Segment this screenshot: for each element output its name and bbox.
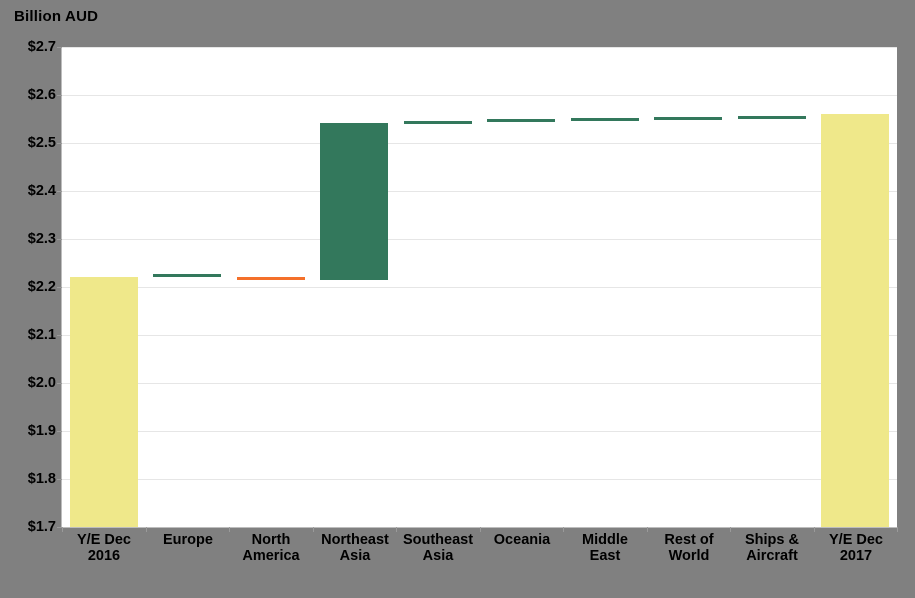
y-axis-tick-label: $2.7: [27, 39, 56, 55]
gridline: [62, 335, 897, 336]
x-axis-label-line1: Rest of: [664, 532, 714, 548]
x-axis-label-line1: Y/E Dec: [77, 532, 131, 548]
x-axis-label-line1: Europe: [163, 532, 213, 548]
x-axis-tick-label: Northeast Asia: [307, 532, 403, 564]
gridline: [62, 95, 897, 96]
y-axis-tick-label: $2.5: [27, 135, 56, 151]
gridline: [62, 47, 897, 48]
y-axis-tick-mark: [57, 383, 62, 384]
y-axis-tick-label: $2.2: [27, 279, 56, 295]
x-axis-label-line2: Aircraft: [746, 548, 798, 565]
y-axis-tick-label: $1.7: [27, 519, 56, 535]
x-axis-label-line2: Asia: [422, 548, 454, 565]
x-axis-tick-label: Y/E Dec 2017: [808, 532, 904, 564]
gridline: [62, 143, 897, 144]
x-axis-label-line1: Northeast: [321, 532, 389, 548]
x-axis-tick-mark: [563, 527, 564, 532]
x-axis-tick-mark: [480, 527, 481, 532]
y-axis-tick-label: $2.0: [27, 375, 56, 391]
x-axis-tick-mark: [897, 527, 898, 532]
x-axis-label-line2: America: [242, 548, 300, 565]
x-axis-tick-label: Rest of World: [641, 532, 737, 564]
x-axis-label-line2: World: [668, 548, 710, 565]
x-axis-label-line2: East: [589, 548, 621, 565]
x-axis-label-line2: 2016: [87, 548, 121, 565]
bar-y-e-dec-2017[interactable]: [821, 114, 889, 527]
x-axis-label-line2: Asia: [339, 548, 371, 565]
bar-y-e-dec-2016[interactable]: [70, 277, 138, 527]
bar-northeast-asia[interactable]: [320, 123, 388, 280]
gridline: [62, 479, 897, 480]
gridline: [62, 239, 897, 240]
x-axis-tick-mark: [313, 527, 314, 532]
y-axis: $2.7 $2.6 $2.5 $2.4 $2.3 $2.2 $2.1 $2.0 $1.9 $1.8…: [0, 0, 56, 598]
gridline: [62, 191, 897, 192]
y-axis-tick-label: $2.4: [27, 183, 56, 199]
bar-ships-aircraft[interactable]: [738, 116, 806, 119]
x-axis-tick-label: North America: [223, 532, 319, 564]
y-axis-tick-label: $1.8: [27, 471, 56, 487]
x-axis-label-line1: Middle: [582, 532, 628, 548]
x-axis-label-line1: Ships &: [745, 532, 799, 548]
y-axis-tick-mark: [57, 335, 62, 336]
x-axis-tick-mark: [730, 527, 731, 532]
y-axis-tick-mark: [57, 479, 62, 480]
y-axis-tick-mark: [57, 239, 62, 240]
bar-middle-east[interactable]: [571, 118, 639, 121]
x-axis-label-line1: Oceania: [493, 532, 551, 548]
x-axis-tick-mark: [396, 527, 397, 532]
y-axis-tick-mark: [57, 95, 62, 96]
bar-europe[interactable]: [153, 274, 221, 277]
x-axis-tick-label: Y/E Dec 2016: [56, 532, 152, 564]
x-axis-tick-label: Middle East: [557, 532, 653, 564]
x-axis-tick-label: Ships & Aircraft: [724, 532, 820, 564]
x-axis-label-line1: Y/E Dec: [829, 532, 883, 548]
y-axis-tick-label: $2.6: [27, 87, 56, 103]
bar-southeast-asia[interactable]: [404, 121, 472, 124]
gridline: [62, 431, 897, 432]
y-axis-tick-label: $1.9: [27, 423, 56, 439]
bar-oceania[interactable]: [487, 119, 555, 122]
x-axis-tick-mark: [647, 527, 648, 532]
x-axis-tick-mark: [62, 527, 63, 532]
y-axis-tick-mark: [57, 287, 62, 288]
x-axis-label-line1: Southeast: [402, 532, 474, 548]
y-axis-tick-mark: [57, 143, 62, 144]
x-axis-label-line1: North: [251, 532, 291, 548]
waterfall-chart: Billion AUD $2.7 $2.6 $2.5 $2.4 $2.3 $2.2 $2.1…: [0, 0, 915, 598]
x-axis: Y/E Dec 2016 Europe North America Northeast As…: [62, 532, 897, 596]
x-axis-tick-label: Southeast Asia: [390, 532, 486, 564]
x-axis-label-line2: 2017: [839, 548, 873, 565]
bar-north-america[interactable]: [237, 277, 305, 280]
x-axis-tick-mark: [146, 527, 147, 532]
y-axis-tick-label: $2.1: [27, 327, 56, 343]
gridline: [62, 383, 897, 384]
x-axis-tick-label: Europe: [140, 532, 236, 548]
y-axis-tick-mark: [57, 191, 62, 192]
y-axis-tick-mark: [57, 47, 62, 48]
x-axis-tick-mark: [814, 527, 815, 532]
x-axis-tick-mark: [229, 527, 230, 532]
x-axis-tick-label: Oceania: [474, 532, 570, 548]
plot-area: [62, 47, 897, 527]
gridline: [62, 287, 897, 288]
y-axis-tick-label: $2.3: [27, 231, 56, 247]
bar-rest-of-world[interactable]: [654, 117, 722, 120]
y-axis-tick-mark: [57, 431, 62, 432]
